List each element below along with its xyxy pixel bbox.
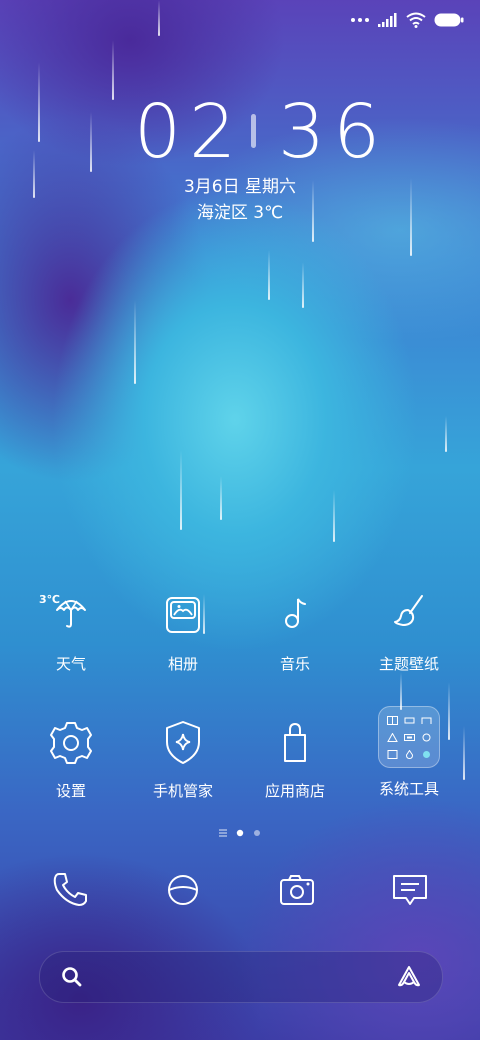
search-bar[interactable]	[39, 951, 443, 1003]
paintbrush-icon	[381, 588, 437, 644]
page-indicator[interactable]	[0, 824, 480, 837]
wifi-icon	[406, 12, 426, 28]
message-icon	[393, 875, 427, 905]
gallery-icon	[155, 588, 211, 644]
app-label: 手机管家	[152, 782, 213, 800]
folder-icon	[378, 706, 440, 768]
cloud-mini-icon	[419, 730, 433, 744]
calculator-mini-icon	[385, 747, 399, 761]
lockscreen-clock[interactable]: 02 36	[0, 92, 480, 172]
shopping-bag-icon	[267, 715, 323, 771]
app-gallery[interactable]: 相册	[128, 588, 238, 673]
app-weather[interactable]: 3℃ 天气	[16, 588, 126, 673]
browser-planet-icon	[168, 875, 198, 905]
dock-camera[interactable]	[269, 862, 325, 918]
location-weather-text: 海淀区 3℃	[196, 203, 284, 223]
app-security[interactable]: 手机管家	[128, 715, 238, 800]
status-bar	[350, 8, 464, 32]
search-icon[interactable]	[60, 965, 84, 989]
app-label: 天气	[55, 655, 86, 673]
app-label: 系统工具	[378, 780, 439, 798]
app-themes[interactable]: 主题壁纸	[354, 588, 464, 673]
app-label: 相册	[167, 655, 198, 673]
security-shield-icon	[155, 715, 211, 771]
compass-mini-icon	[385, 730, 399, 744]
scanner-mini-icon	[419, 747, 433, 761]
dock-phone[interactable]	[42, 862, 98, 918]
camera-icon	[280, 875, 314, 905]
book-mini-icon	[385, 713, 399, 727]
more-dots-icon	[351, 18, 369, 22]
app-store[interactable]: 应用商店	[240, 715, 350, 800]
clock-hour: 02	[134, 89, 245, 175]
gear-icon	[43, 715, 99, 771]
umbrella-weather-icon: 3℃	[39, 588, 99, 644]
app-label: 主题壁纸	[378, 655, 439, 673]
app-system-tools-folder[interactable]: 系统工具	[354, 706, 464, 798]
app-music[interactable]: 音乐	[240, 588, 350, 673]
drop-mini-icon	[402, 747, 416, 761]
app-settings[interactable]: 设置	[16, 715, 126, 800]
page-dot-active	[236, 829, 244, 837]
app-label: 应用商店	[264, 782, 325, 800]
clock-separator	[251, 114, 256, 148]
signal-icon	[378, 13, 397, 27]
menu-lines-icon	[219, 829, 227, 837]
dock-browser[interactable]	[155, 862, 211, 918]
page-dot	[254, 830, 260, 836]
date-text: 3月6日 星期六	[183, 177, 297, 197]
tv-mini-icon	[402, 730, 416, 744]
notes-mini-icon	[419, 713, 433, 727]
app-label: 设置	[55, 782, 86, 800]
recorder-mini-icon	[402, 713, 416, 727]
dock-messages[interactable]	[382, 862, 438, 918]
assistant-icon[interactable]	[396, 964, 422, 990]
music-note-icon	[267, 588, 323, 644]
weather-badge: 3℃	[39, 593, 60, 606]
clock-minute: 36	[278, 89, 389, 175]
phone-icon	[53, 873, 87, 906]
app-label: 音乐	[279, 655, 310, 673]
battery-icon	[434, 13, 464, 27]
